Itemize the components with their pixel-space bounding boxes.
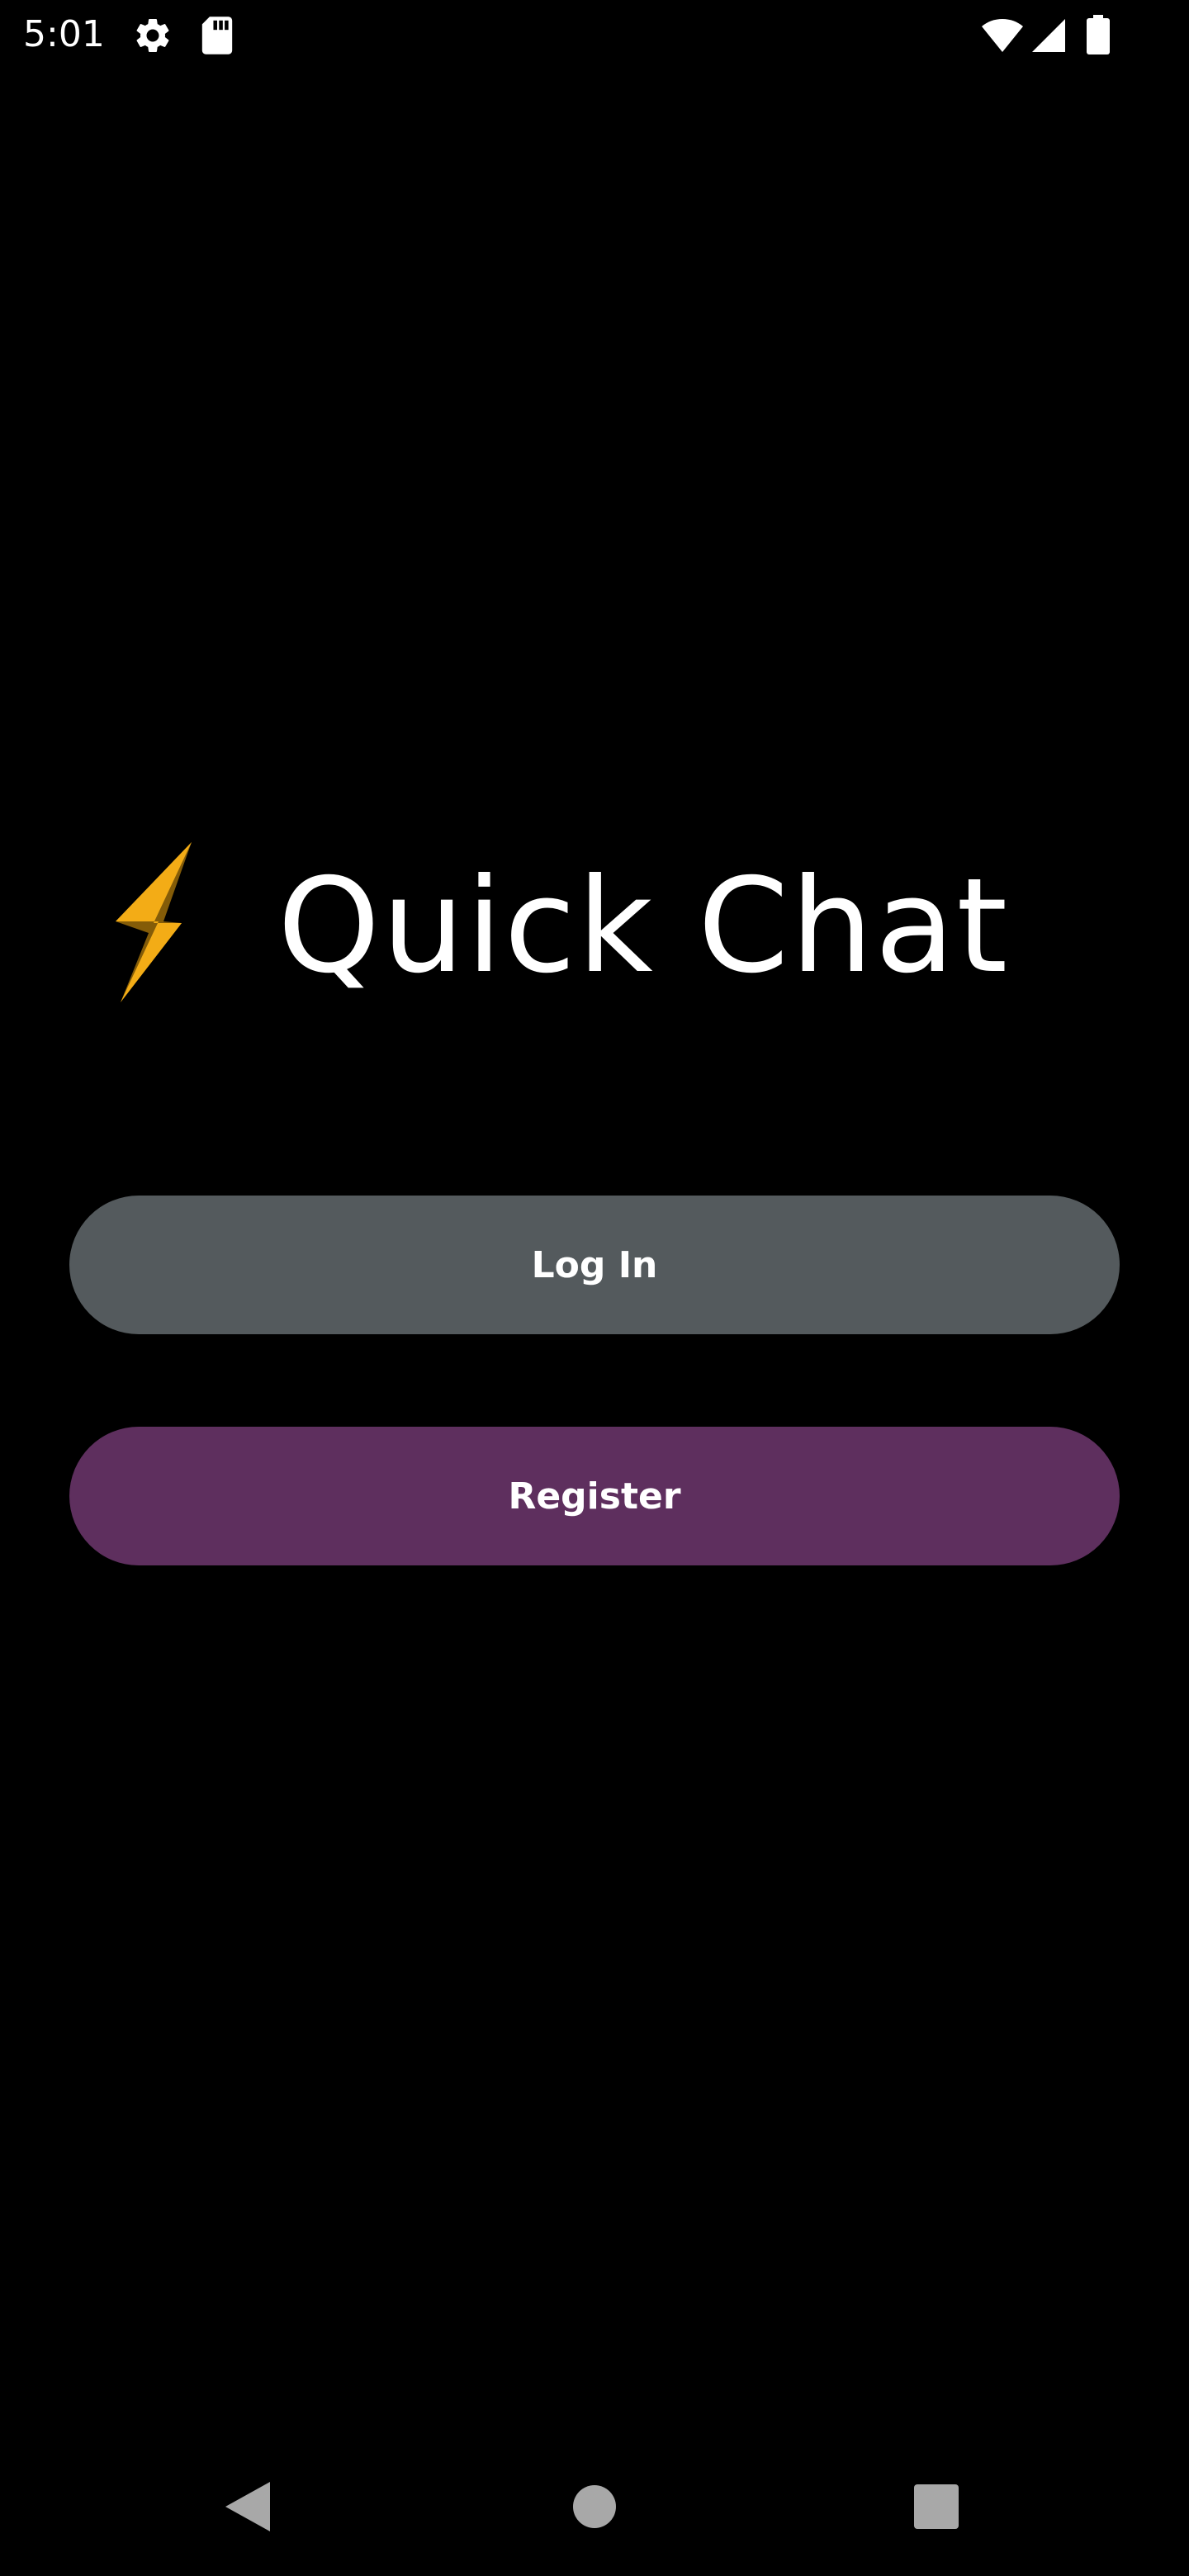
app-screen: 5:01 Quick Chat Log In Register [0,0,1189,2576]
recents-icon [914,2484,959,2529]
cellular-signal-icon [1032,19,1065,52]
lightning-bolt-icon [116,842,192,1002]
wifi-icon [982,19,1023,52]
register-button[interactable]: Register [69,1427,1120,1565]
back-button[interactable] [198,2457,297,2556]
battery-icon [1087,15,1110,54]
back-icon [225,2482,270,2531]
gear-icon [136,18,169,52]
login-button[interactable]: Log In [69,1196,1120,1334]
status-time: 5:01 [23,13,105,55]
recents-button[interactable] [887,2457,986,2556]
app-title: Quick Chat [277,850,1010,1002]
app-header: Quick Chat [0,834,1189,1007]
login-button-label: Log In [531,1243,658,1286]
home-icon [573,2485,616,2528]
status-bar: 5:01 [0,0,1189,69]
sd-card-icon [201,17,233,54]
home-button[interactable] [545,2457,644,2556]
register-button-label: Register [508,1475,681,1518]
navigation-bar [0,2457,1189,2556]
